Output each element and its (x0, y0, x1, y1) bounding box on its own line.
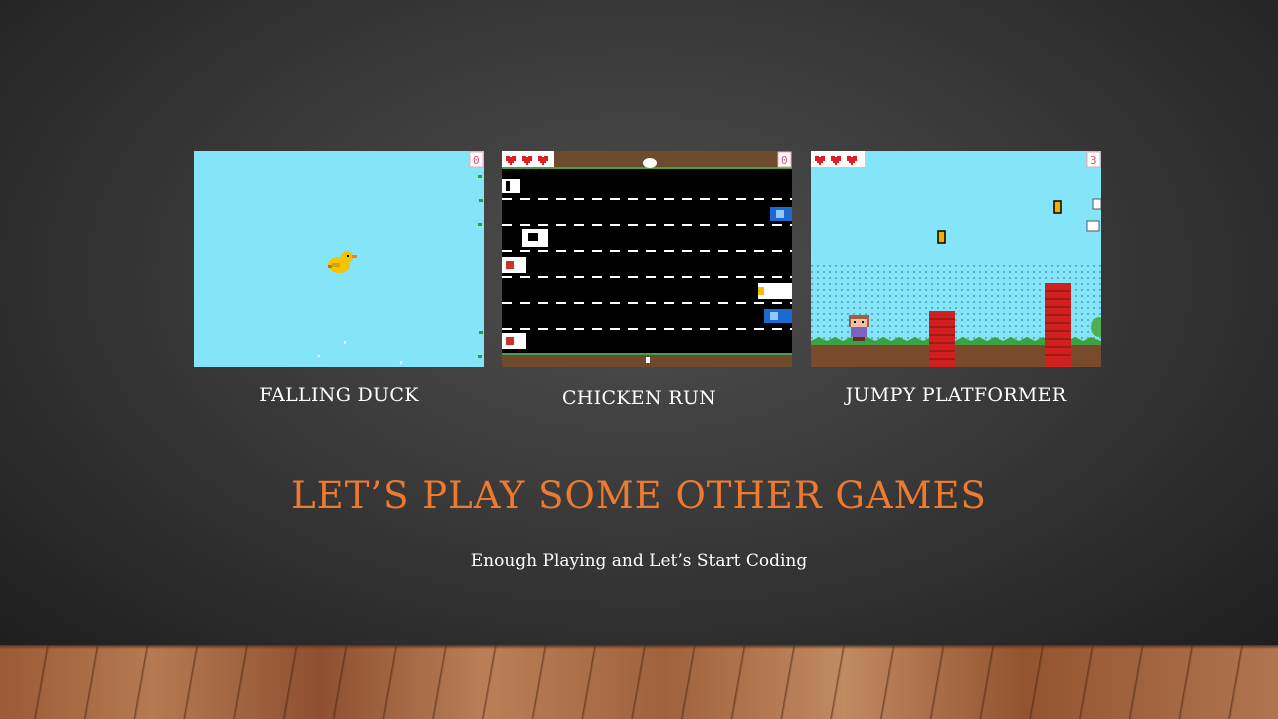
jumpy-platformer-caption: JUMPY PLATFORMER (845, 384, 1067, 406)
road (502, 151, 792, 367)
wood-floor (0, 645, 1278, 719)
chicken-run-caption: CHICKEN RUN (561, 387, 717, 409)
slide-title: LET’S PLAY SOME OTHER GAMES (291, 474, 987, 517)
score-text: 0 (781, 154, 788, 167)
falling-duck-caption: FALLING DUCK (259, 384, 419, 406)
jumpy-platformer-scene: 3 (811, 151, 1101, 367)
falling-duck-scene: 0 (194, 151, 484, 367)
slide-subtitle: Enough Playing and Let’s Start Coding (470, 551, 808, 571)
falling-duck-screenshot[interactable]: 0 (194, 151, 484, 367)
slide: 0 0 3 FALLING DUCK CHICKEN RUN JUMPY PLA… (0, 0, 1278, 719)
chicken-run-screenshot[interactable]: 0 (502, 151, 792, 367)
score-text: 3 (1090, 154, 1097, 167)
chicken-sprite (643, 158, 657, 168)
score-text: 0 (473, 154, 480, 167)
jumpy-platformer-screenshot[interactable]: 3 (811, 151, 1101, 367)
chicken-run-scene: 0 (502, 151, 792, 367)
lives-hearts (502, 151, 554, 167)
lives-hearts (811, 151, 865, 167)
